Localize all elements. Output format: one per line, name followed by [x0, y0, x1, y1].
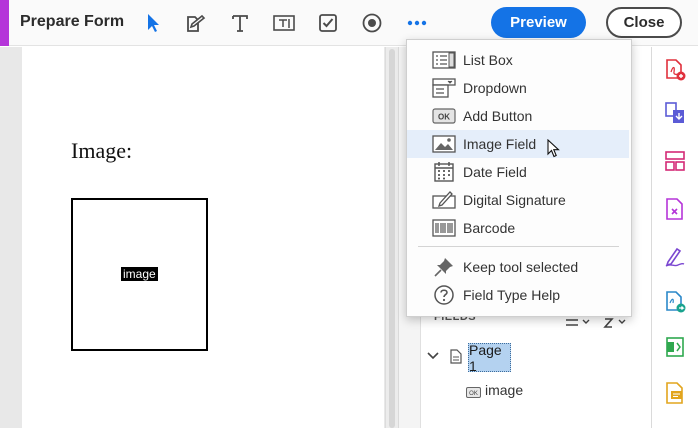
svg-text:OK: OK: [469, 391, 478, 397]
barcode-icon: [432, 217, 456, 239]
menu-item-list-box[interactable]: List Box: [407, 46, 629, 74]
menu-item-digital-signature[interactable]: Digital Signature: [407, 186, 629, 214]
dropdown-icon: [432, 77, 456, 99]
menu-label-barcode: Barcode: [463, 220, 516, 236]
select-pointer-icon[interactable]: [140, 10, 166, 36]
menu-label-digital-signature: Digital Signature: [463, 192, 566, 208]
menu-item-barcode[interactable]: Barcode: [407, 214, 629, 242]
menu-label-keep-tool-selected: Keep tool selected: [463, 259, 579, 275]
fill-sign-icon[interactable]: [662, 243, 688, 269]
help-icon: [432, 284, 456, 306]
comment-icon[interactable]: [662, 380, 688, 406]
menu-label-dropdown: Dropdown: [463, 80, 527, 96]
add-button-icon: OK: [432, 105, 456, 127]
menu-separator: [418, 246, 619, 247]
tree-field-image[interactable]: image: [485, 382, 523, 398]
edit-form-icon[interactable]: [183, 10, 209, 36]
text-field-icon[interactable]: [271, 10, 297, 36]
radio-button-icon[interactable]: [359, 10, 385, 36]
combine-files-icon[interactable]: [662, 100, 688, 126]
menu-item-image-field[interactable]: Image Field: [407, 130, 629, 158]
image-field-icon: [432, 133, 456, 155]
svg-text:OK: OK: [438, 113, 450, 122]
menu-item-field-type-help[interactable]: Field Type Help: [407, 281, 629, 309]
more-options-icon[interactable]: [404, 10, 430, 36]
menu-label-list-box: List Box: [463, 52, 513, 68]
document-scrollbar-thumb[interactable]: [389, 49, 395, 428]
menu-label-date-field: Date Field: [463, 164, 527, 180]
tree-page-1[interactable]: Page 1: [468, 342, 511, 374]
date-field-icon: [432, 161, 456, 183]
menu-item-date-field[interactable]: Date Field: [407, 158, 629, 186]
page-icon: [450, 349, 462, 369]
create-pdf-icon[interactable]: [662, 57, 688, 83]
export-pdf-icon[interactable]: [662, 289, 688, 315]
menu-label-add-button: Add Button: [463, 108, 533, 124]
menu-item-add-button[interactable]: OK Add Button: [407, 102, 629, 130]
preview-button[interactable]: Preview: [491, 7, 586, 38]
text-tool-icon[interactable]: [227, 10, 253, 36]
menu-label-field-type-help: Field Type Help: [463, 287, 561, 303]
list-box-icon: [432, 49, 456, 71]
menu-item-dropdown[interactable]: Dropdown: [407, 74, 629, 102]
toolbar-title: Prepare Form: [20, 13, 125, 30]
image-field-tag: image: [121, 267, 158, 281]
document-image-label: Image:: [71, 138, 133, 163]
menu-label-image-field: Image Field: [463, 136, 537, 152]
button-field-icon: OK: [466, 385, 481, 403]
mouse-cursor-icon: [547, 138, 561, 164]
compress-pdf-icon[interactable]: [662, 334, 688, 360]
edit-pdf-icon[interactable]: [662, 196, 688, 222]
checkbox-icon[interactable]: [315, 10, 341, 36]
organize-pages-icon[interactable]: [662, 148, 688, 174]
digital-signature-icon: [432, 189, 456, 211]
toolbar-accent-bar: [0, 0, 9, 46]
menu-item-keep-tool-selected[interactable]: Keep tool selected: [407, 253, 629, 281]
pin-icon: [432, 256, 456, 278]
expand-chevron-icon[interactable]: [426, 349, 440, 368]
close-button[interactable]: Close: [606, 7, 682, 38]
